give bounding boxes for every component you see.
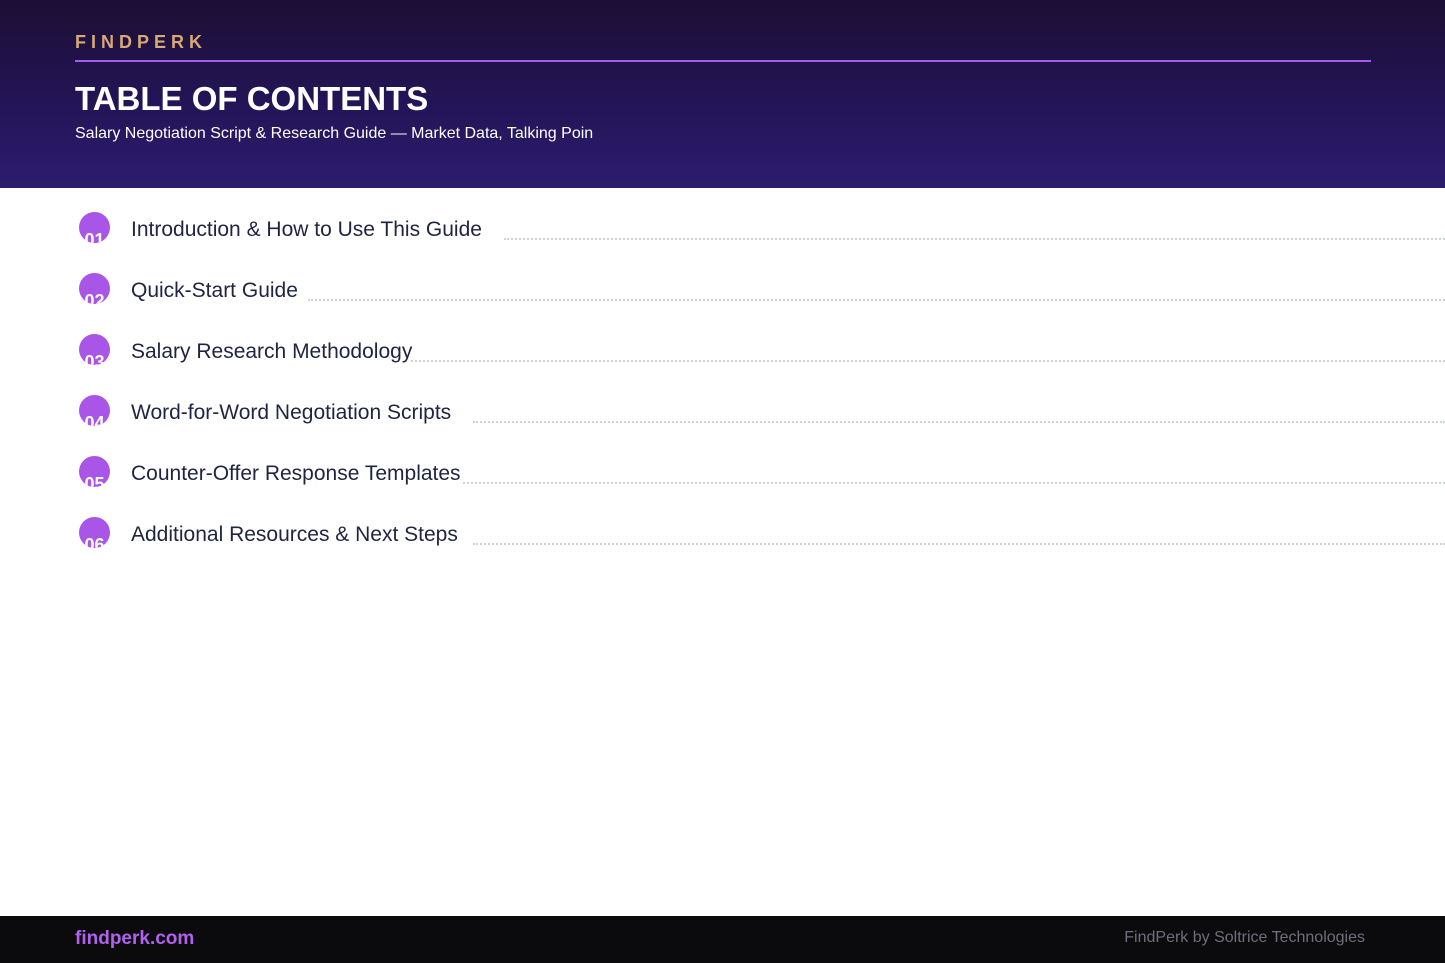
header-divider xyxy=(75,60,1371,62)
toc-item-quick-start[interactable]: 02 Quick-Start Guide xyxy=(0,273,1445,313)
brand-logo-text: FINDPERK xyxy=(75,32,208,52)
toc-number-badge: 04 xyxy=(79,395,110,426)
toc-item-label: Quick-Start Guide xyxy=(131,279,298,302)
toc-item-counter-offer[interactable]: 05 Counter-Offer Response Templates xyxy=(0,456,1445,496)
toc-item-introduction[interactable]: 01 Introduction & How to Use This Guide xyxy=(0,212,1445,252)
toc-item-label: Additional Resources & Next Steps xyxy=(131,523,458,546)
toc-number-badge: 01 xyxy=(79,212,110,243)
page-subtitle: Salary Negotiation Script & Research Gui… xyxy=(75,125,594,142)
toc-item-label: Salary Research Methodology xyxy=(131,340,413,363)
toc-number-badge: 05 xyxy=(79,456,110,487)
toc-dotted-leader xyxy=(473,543,1445,545)
footer: findperk.com FindPerk by Soltrice Techno… xyxy=(0,916,1445,963)
footer-credit: FindPerk by Soltrice Technologies xyxy=(1124,929,1365,946)
header: FINDPERK TABLE OF CONTENTS Salary Negoti… xyxy=(0,0,1445,188)
footer-website-link[interactable]: findperk.com xyxy=(75,928,194,950)
toc-dotted-leader xyxy=(308,299,1445,301)
page-title: TABLE OF CONTENTS xyxy=(75,80,429,117)
toc-dotted-leader xyxy=(463,482,1445,484)
toc-item-label: Counter-Offer Response Templates xyxy=(131,462,461,485)
toc-number-badge: 02 xyxy=(79,273,110,304)
toc-item-label: Introduction & How to Use This Guide xyxy=(131,218,482,241)
toc-number-badge: 06 xyxy=(79,517,110,548)
toc-item-label: Word-for-Word Negotiation Scripts xyxy=(131,401,452,424)
toc-dotted-leader xyxy=(504,238,1445,240)
toc-item-research-methodology[interactable]: 03 Salary Research Methodology xyxy=(0,334,1445,374)
toc-number-badge: 03 xyxy=(79,334,110,365)
toc-item-additional-resources[interactable]: 06 Additional Resources & Next Steps xyxy=(0,517,1445,557)
toc-dotted-leader xyxy=(411,360,1445,362)
toc-dotted-leader xyxy=(473,421,1445,423)
toc-item-negotiation-scripts[interactable]: 04 Word-for-Word Negotiation Scripts xyxy=(0,395,1445,435)
